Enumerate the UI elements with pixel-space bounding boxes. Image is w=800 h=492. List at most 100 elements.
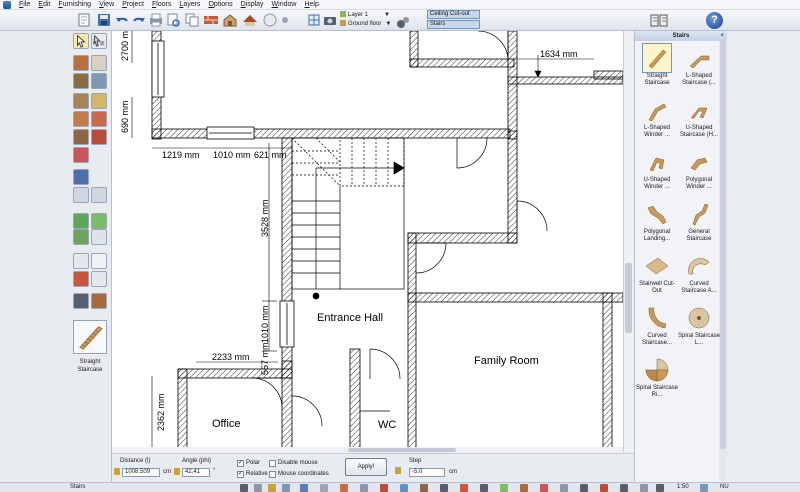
status-door-icon[interactable]	[420, 484, 428, 492]
dimension-icon[interactable]	[73, 271, 89, 287]
stair-u-winder[interactable]: U-Shaped Winder ...	[635, 148, 679, 191]
distance-input[interactable]: 1008.509	[122, 468, 160, 477]
menu-floors[interactable]: Floors	[148, 0, 175, 10]
status-3d-icon[interactable]	[580, 484, 588, 492]
status-window-icon[interactable]	[400, 484, 408, 492]
status-text-icon[interactable]	[480, 484, 488, 492]
apply-button[interactable]: Apply!	[345, 458, 387, 476]
redo-icon[interactable]	[131, 12, 147, 28]
stair-l-winder[interactable]: L-Shaped Winder ...	[635, 96, 679, 139]
mode-ceiling-cutout[interactable]: Ceiling Cut-out	[427, 10, 480, 19]
house-3d-icon[interactable]	[222, 12, 238, 28]
wall-tool-icon[interactable]	[203, 12, 219, 28]
dormer-icon[interactable]	[91, 111, 107, 127]
measure-icon[interactable]	[91, 271, 107, 287]
angle-input[interactable]: 42.41	[182, 468, 210, 477]
status-pencil-icon[interactable]	[268, 484, 276, 492]
walkthrough-icon[interactable]	[306, 12, 322, 28]
status-info-icon[interactable]	[700, 484, 708, 492]
floor-dropdown[interactable]: Ground floor ▼	[340, 20, 391, 29]
camera-tool-icon[interactable]	[73, 293, 89, 309]
stair-spiral-r[interactable]: Spiral Staircase Ri...	[635, 356, 679, 399]
column-icon[interactable]	[73, 147, 89, 163]
menu-help[interactable]: Help	[300, 0, 322, 10]
roof-icon[interactable]	[242, 12, 258, 28]
status-zoom-icon[interactable]	[640, 484, 648, 492]
room-icon[interactable]	[91, 55, 107, 71]
view-settings-icon[interactable]	[277, 12, 293, 28]
status-camera-icon[interactable]	[560, 484, 568, 492]
status-snap-icon[interactable]	[254, 484, 262, 492]
stair-general[interactable]: General Staircase	[677, 200, 721, 243]
print-preview-icon[interactable]	[165, 12, 181, 28]
status-marker-icon[interactable]	[380, 484, 388, 492]
status-walk-icon[interactable]	[620, 484, 628, 492]
catalog-icon[interactable]	[650, 13, 668, 27]
status-stair-icon[interactable]	[440, 484, 448, 492]
disable-mouse-checkbox[interactable]: Disable mouse	[269, 459, 318, 467]
stair-curved-a[interactable]: Curved Staircase A...	[677, 252, 721, 295]
pencil-icon[interactable]	[73, 253, 89, 269]
camera-icon[interactable]	[322, 12, 338, 28]
light-icon[interactable]	[91, 187, 107, 203]
terrain-icon[interactable]	[73, 213, 89, 229]
stair-polygonal-landing[interactable]: Polygonal Landing...	[635, 200, 679, 243]
horizontal-scroll-thumb[interactable]	[348, 448, 456, 452]
stair-stairwell-cutout[interactable]: Stairwell Cut-Out	[635, 252, 679, 295]
status-pan-icon[interactable]	[656, 484, 664, 492]
object-icon[interactable]	[73, 187, 89, 203]
menu-view[interactable]: View	[95, 0, 118, 10]
menu-furnishing[interactable]: Furnishing	[54, 0, 95, 10]
copy-icon[interactable]	[184, 12, 200, 28]
print-icon[interactable]	[148, 12, 164, 28]
help-icon[interactable]: ?	[706, 12, 723, 29]
vertical-scrollbar[interactable]	[623, 31, 633, 452]
relative-checkbox[interactable]: ✓ Relative	[237, 470, 268, 478]
floor-plan-canvas[interactable]: 1634 mm 2700 mm 690 mm 1219 mm 1010 mm 6…	[112, 31, 623, 452]
ceiling-icon[interactable]	[91, 93, 107, 109]
stair-straight[interactable]: Straight Staircase	[635, 43, 679, 87]
room-entrance-hall[interactable]: Entrance Hall	[317, 312, 383, 324]
menu-layers[interactable]: Layers	[175, 0, 204, 10]
status-grid-icon[interactable]	[240, 484, 248, 492]
save-icon[interactable]	[96, 12, 112, 28]
chimney-icon[interactable]	[73, 129, 89, 145]
stair-spiral-l[interactable]: Spiral Staircase L...	[677, 304, 721, 347]
text-icon[interactable]	[91, 253, 107, 269]
status-scale[interactable]: 1:50	[677, 483, 689, 492]
room-family-room[interactable]: Family Room	[474, 355, 539, 367]
layer-dropdown[interactable]: Layer 1 ▼	[340, 11, 390, 20]
plant-icon[interactable]	[91, 213, 107, 229]
status-layer-icon[interactable]	[300, 484, 308, 492]
window-icon[interactable]	[91, 73, 107, 89]
wall-icon[interactable]	[73, 55, 89, 71]
stair-u-shaped[interactable]: U-Shaped Staircase (H...	[677, 96, 721, 139]
select-arrow-icon[interactable]	[73, 33, 89, 49]
ruler-icon[interactable]	[91, 293, 107, 309]
status-view-icon[interactable]	[320, 484, 328, 492]
menu-window[interactable]: Window	[268, 0, 301, 10]
furniture-icon[interactable]	[73, 169, 89, 185]
room-office[interactable]: Office	[212, 418, 241, 430]
status-angle-icon[interactable]	[282, 484, 290, 492]
new-file-icon[interactable]	[76, 12, 92, 28]
status-dimension-icon[interactable]	[460, 484, 468, 492]
menu-options[interactable]: Options	[204, 0, 236, 10]
status-furniture-icon[interactable]	[520, 484, 528, 492]
menu-file[interactable]: File	[15, 0, 34, 10]
stair-l-shaped[interactable]: L-Shaped Staircase (...	[677, 44, 721, 87]
status-render-icon[interactable]	[600, 484, 608, 492]
status-terrain-icon[interactable]	[500, 484, 508, 492]
render-icon[interactable]	[262, 12, 278, 28]
door-icon[interactable]	[73, 73, 89, 89]
stairs-icon[interactable]	[73, 93, 89, 109]
roof-tool-icon[interactable]	[73, 111, 89, 127]
undo-icon[interactable]	[114, 12, 130, 28]
polar-checkbox[interactable]: ✓ Polar	[237, 459, 260, 467]
status-light-icon[interactable]	[540, 484, 548, 492]
vertical-scroll-thumb[interactable]	[625, 263, 632, 333]
path-icon[interactable]	[73, 229, 89, 245]
fence-icon[interactable]	[91, 229, 107, 245]
room-wc[interactable]: WC	[378, 419, 396, 431]
status-wall-icon[interactable]	[340, 484, 348, 492]
